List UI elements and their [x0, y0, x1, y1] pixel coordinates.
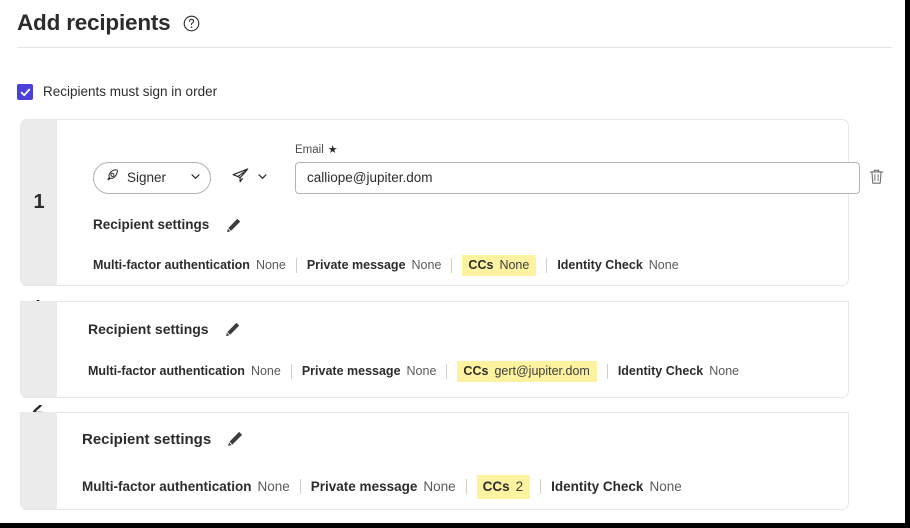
summary-identity-check-label: Identity Check — [617, 364, 704, 378]
summary-mfa-label: Multi-factor authentication — [88, 364, 245, 378]
summary-ccs-value: gert@jupiter.dom — [494, 364, 590, 378]
summary-private-message-label: Private message — [310, 479, 418, 494]
summary-divider — [606, 363, 608, 379]
required-asterisk-icon: ★ — [327, 144, 338, 157]
summary-ccs[interactable]: CCs None — [462, 255, 537, 276]
edit-recipient-settings-button[interactable] — [226, 430, 244, 448]
summary-private-message-label: Private message — [306, 258, 406, 272]
help-circle-icon[interactable] — [183, 15, 200, 32]
summary-divider — [290, 363, 292, 379]
summary-private-message[interactable]: Private message None — [307, 256, 442, 275]
edit-recipient-settings-button[interactable] — [224, 216, 242, 234]
recipient-settings-summary: Multi-factor authentication None Private… — [82, 475, 682, 499]
recipient-settings-title: Recipient settings — [82, 430, 212, 448]
summary-mfa[interactable]: Multi-factor authentication None — [82, 477, 290, 497]
page-header: Add recipients — [17, 10, 200, 35]
recipient-index-gutter — [21, 302, 57, 397]
composite-screenshot: Add recipients Recipients must sign in o… — [0, 0, 910, 528]
delivery-method-dropdown[interactable] — [231, 162, 268, 194]
summary-identity-check-label: Identity Check — [557, 258, 643, 272]
recipient-card-body: Recipient settings Multi-factor authenti… — [57, 413, 848, 509]
recipient-index: 1 — [33, 191, 45, 213]
summary-private-message-label: Private message — [301, 364, 401, 378]
summary-mfa-value: None — [255, 258, 286, 272]
summary-identity-check-value: None — [649, 479, 682, 494]
role-dropdown[interactable]: Signer — [93, 161, 211, 194]
edit-recipient-settings-button[interactable] — [224, 320, 242, 338]
recipients-panel-variant-email-cc: 1 Recipient settings Multi-factor authen… — [0, 300, 905, 411]
summary-mfa[interactable]: Multi-factor authentication None — [93, 256, 286, 275]
recipient-card: 1 Signer Email ★ calliope@jupiter.dom Re… — [21, 120, 883, 285]
recipient-settings-header: Recipient settings — [93, 216, 242, 234]
summary-identity-check[interactable]: Identity Check None — [618, 362, 739, 381]
chevron-down-icon — [257, 169, 268, 187]
recipient-card: Recipient settings Multi-factor authenti… — [21, 302, 848, 397]
summary-identity-check[interactable]: Identity Check None — [551, 477, 682, 497]
email-label: Email ★ — [295, 144, 860, 157]
recipient-settings-summary: Multi-factor authentication None Private… — [93, 255, 679, 276]
summary-private-message[interactable]: Private message None — [311, 477, 456, 497]
summary-identity-check-label: Identity Check — [551, 479, 644, 494]
pen-nib-icon — [105, 168, 120, 188]
summary-private-message-value: None — [406, 364, 437, 378]
chevron-down-icon — [190, 169, 201, 187]
email-label-text: Email — [295, 144, 324, 156]
recipient-card: Recipient settings Multi-factor authenti… — [21, 413, 848, 509]
paper-plane-icon — [231, 166, 250, 190]
recipient-settings-summary: Multi-factor authentication None Private… — [88, 361, 739, 382]
recipient-settings-title: Recipient settings — [93, 217, 210, 233]
summary-divider — [295, 257, 297, 273]
summary-ccs-value: 2 — [515, 479, 524, 494]
summary-mfa-label: Multi-factor authentication — [93, 258, 250, 272]
summary-divider — [540, 479, 542, 495]
role-value: Signer — [127, 169, 167, 185]
summary-mfa[interactable]: Multi-factor authentication None — [88, 362, 281, 381]
sign-in-order-label: Recipients must sign in order — [43, 84, 218, 100]
recipient-card-body: Signer Email ★ calliope@jupiter.dom Reci… — [57, 120, 883, 285]
summary-ccs-value: None — [499, 258, 530, 272]
recipient-settings-header: Recipient settings — [82, 430, 244, 448]
email-field-group: Email ★ — [295, 144, 860, 194]
recipients-panel-variant-count-cc: 2 Recipient settings Multi-factor authen… — [0, 405, 905, 523]
summary-divider — [299, 479, 301, 495]
summary-private-message[interactable]: Private message None — [302, 362, 437, 381]
summary-mfa-value: None — [257, 479, 290, 494]
summary-mfa-value: None — [250, 364, 281, 378]
delete-recipient-button[interactable] — [864, 164, 888, 188]
recipient-index-gutter — [21, 413, 57, 509]
recipient-settings-title: Recipient settings — [88, 321, 209, 337]
summary-divider — [465, 479, 467, 495]
email-input[interactable] — [295, 161, 860, 194]
recipient-index-gutter: 1 — [21, 120, 57, 285]
summary-identity-check-value: None — [709, 364, 740, 378]
summary-identity-check[interactable]: Identity Check None — [557, 256, 678, 275]
sign-in-order-checkbox[interactable] — [17, 84, 33, 100]
summary-identity-check-value: None — [648, 258, 679, 272]
summary-divider — [446, 363, 448, 379]
summary-divider — [546, 257, 548, 273]
recipient-card-body: Recipient settings Multi-factor authenti… — [57, 302, 848, 397]
header-divider — [17, 47, 892, 48]
summary-private-message-value: None — [423, 479, 456, 494]
summary-private-message-value: None — [411, 258, 442, 272]
page-title: Add recipients — [17, 10, 171, 35]
summary-ccs[interactable]: CCs 2 — [476, 475, 531, 499]
summary-ccs-label: CCs — [463, 364, 489, 378]
sign-in-order-row[interactable]: Recipients must sign in order — [17, 84, 217, 100]
summary-ccs[interactable]: CCs gert@jupiter.dom — [457, 361, 597, 382]
recipient-settings-header: Recipient settings — [88, 320, 242, 338]
summary-ccs-label: CCs — [482, 479, 510, 494]
recipients-panel-primary: Add recipients Recipients must sign in o… — [0, 0, 905, 306]
summary-ccs-label: CCs — [468, 258, 494, 272]
summary-mfa-label: Multi-factor authentication — [82, 479, 252, 494]
summary-divider — [451, 257, 453, 273]
recipient-top-row: Signer Email ★ calliope@jupiter.dom — [93, 144, 860, 194]
